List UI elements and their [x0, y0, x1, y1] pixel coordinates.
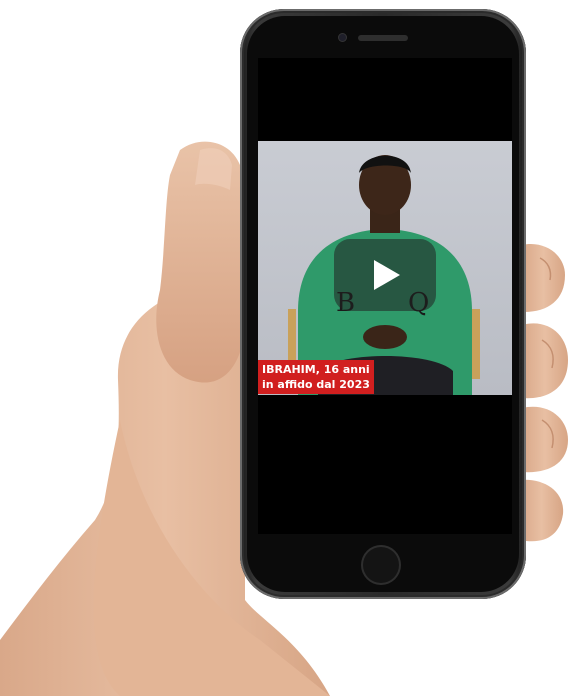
- caption-line-2: in affido dal 2023: [262, 378, 370, 391]
- front-camera-icon: [338, 33, 347, 42]
- play-triangle-icon: [374, 260, 400, 290]
- caption-line-1: IBRAHIM, 16 anni: [262, 363, 370, 376]
- scene: B Q IBRAHIM, 16 anni in affido dal 2023: [0, 0, 570, 696]
- finger-2: [522, 323, 568, 399]
- play-button[interactable]: [334, 239, 436, 311]
- chair-right: [472, 309, 480, 379]
- video-player[interactable]: B Q IBRAHIM, 16 anni in affido dal 2023: [258, 141, 512, 395]
- home-button[interactable]: [361, 545, 401, 585]
- phone-screen: B Q IBRAHIM, 16 anni in affido dal 2023: [258, 58, 512, 534]
- name-caption: IBRAHIM, 16 anni in affido dal 2023: [258, 360, 374, 394]
- speaker-grille: [358, 35, 408, 41]
- finger-3: [522, 406, 568, 473]
- finger-1: [522, 244, 565, 312]
- finger-4: [520, 479, 564, 542]
